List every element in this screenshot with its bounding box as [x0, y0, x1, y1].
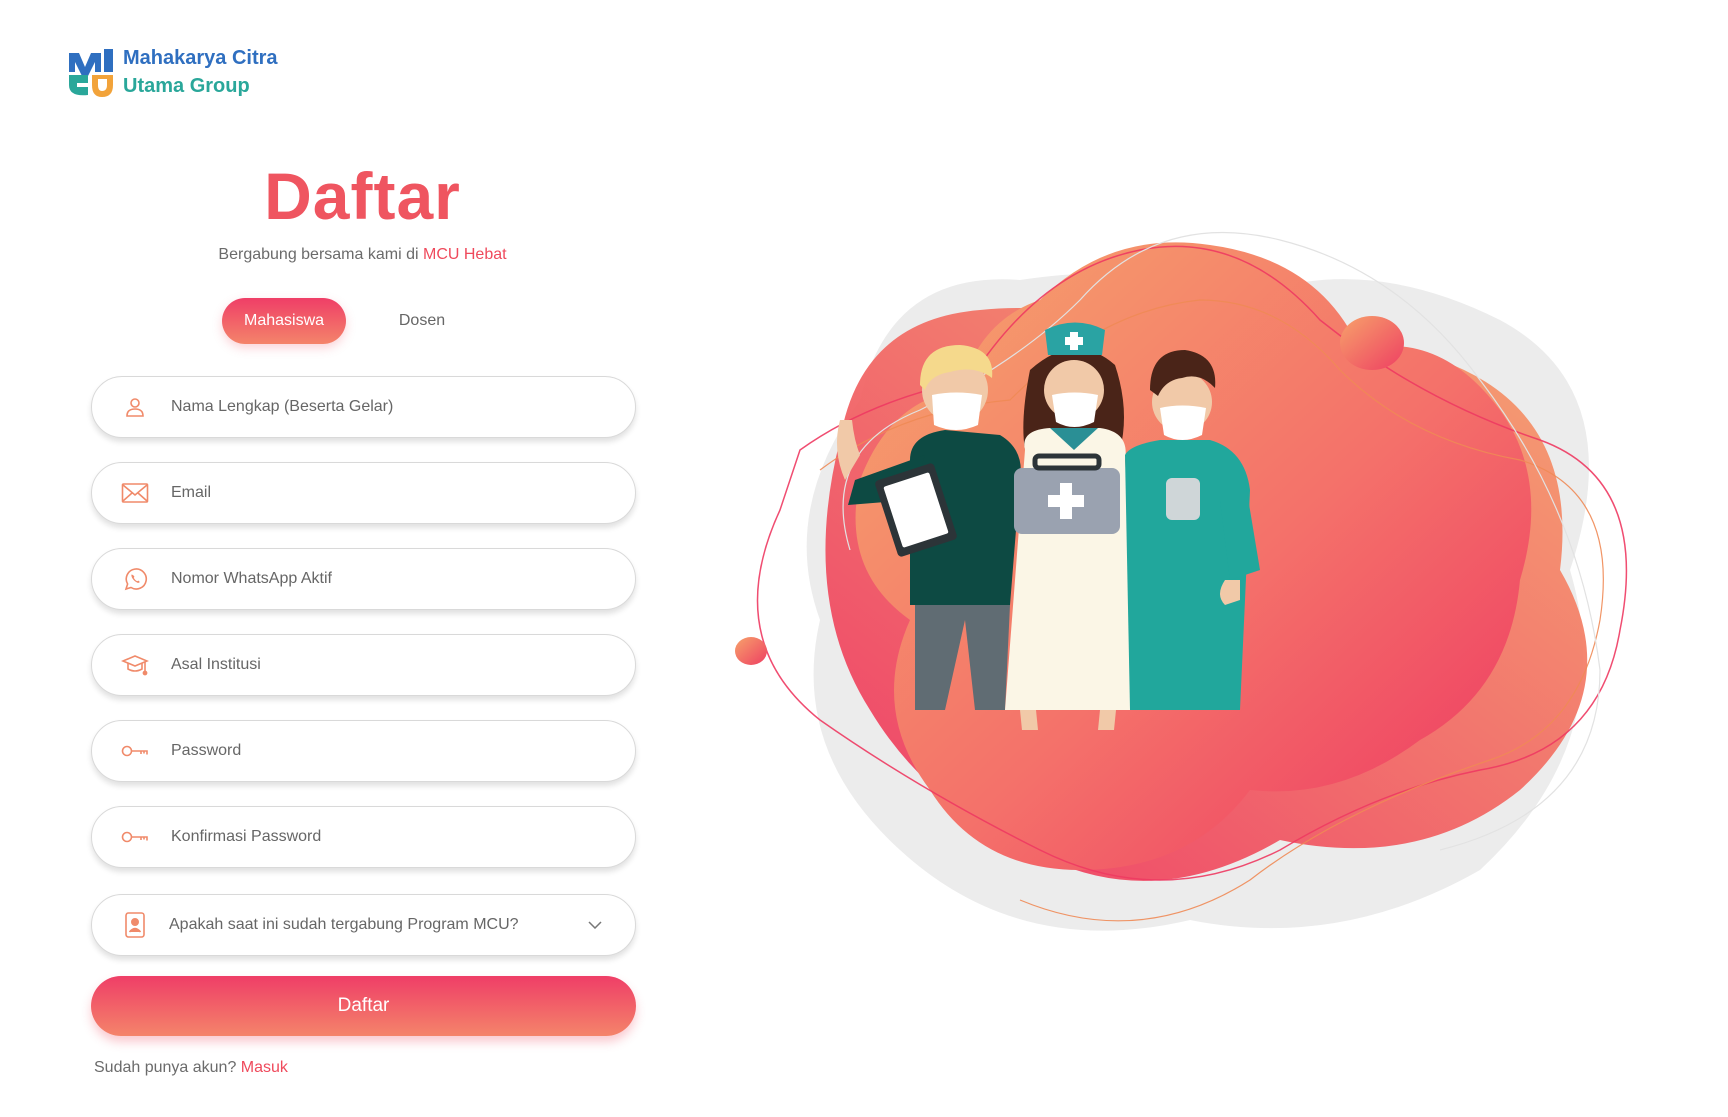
- login-prompt: Sudah punya akun? Masuk: [94, 1059, 288, 1077]
- role-tabs: Mahasiswa Dosen: [222, 298, 462, 344]
- tab-dosen[interactable]: Dosen: [382, 298, 462, 344]
- tab-mahasiswa[interactable]: Mahasiswa: [222, 298, 346, 344]
- logo-mark-icon: [69, 49, 113, 97]
- user-icon: [120, 392, 150, 422]
- register-button[interactable]: Daftar: [91, 976, 636, 1036]
- brand-name-line1: Mahakarya Citra: [123, 47, 278, 69]
- full-name-input[interactable]: [169, 397, 635, 417]
- key-icon: [120, 736, 150, 766]
- subtitle-text: Bergabung bersama kami di: [218, 246, 423, 263]
- login-link[interactable]: Masuk: [241, 1059, 288, 1076]
- brand-name-line2: Utama Group: [123, 75, 250, 97]
- graduation-cap-icon: [120, 650, 150, 680]
- mail-icon: [120, 478, 150, 508]
- whatsapp-input[interactable]: [169, 569, 635, 589]
- email-input[interactable]: [169, 483, 635, 503]
- full-name-field[interactable]: [91, 376, 636, 438]
- mcu-program-select[interactable]: Apakah saat ini sudah tergabung Program …: [91, 894, 636, 956]
- email-field[interactable]: [91, 462, 636, 524]
- whatsapp-field[interactable]: [91, 548, 636, 610]
- id-badge-icon: [120, 910, 150, 940]
- password-field[interactable]: [91, 720, 636, 782]
- institution-field[interactable]: [91, 634, 636, 696]
- confirm-password-input[interactable]: [169, 827, 635, 847]
- whatsapp-icon: [120, 564, 150, 594]
- mcu-program-selected: Apakah saat ini sudah tergabung Program …: [169, 916, 519, 933]
- page-title: Daftar: [264, 159, 461, 233]
- key-icon: [120, 822, 150, 852]
- institution-input[interactable]: [169, 655, 635, 675]
- medical-team-illustration: [735, 231, 1628, 931]
- confirm-password-field[interactable]: [91, 806, 636, 868]
- subtitle-highlight: MCU Hebat: [422, 246, 507, 263]
- brand-logo[interactable]: Mahakarya Citra Utama Group: [66, 44, 278, 100]
- login-prompt-text: Sudah punya akun?: [94, 1059, 241, 1076]
- page-subtitle: Bergabung bersama kami di MCU Hebat: [90, 246, 635, 264]
- chevron-down-icon: [585, 915, 605, 935]
- password-input[interactable]: [169, 741, 635, 761]
